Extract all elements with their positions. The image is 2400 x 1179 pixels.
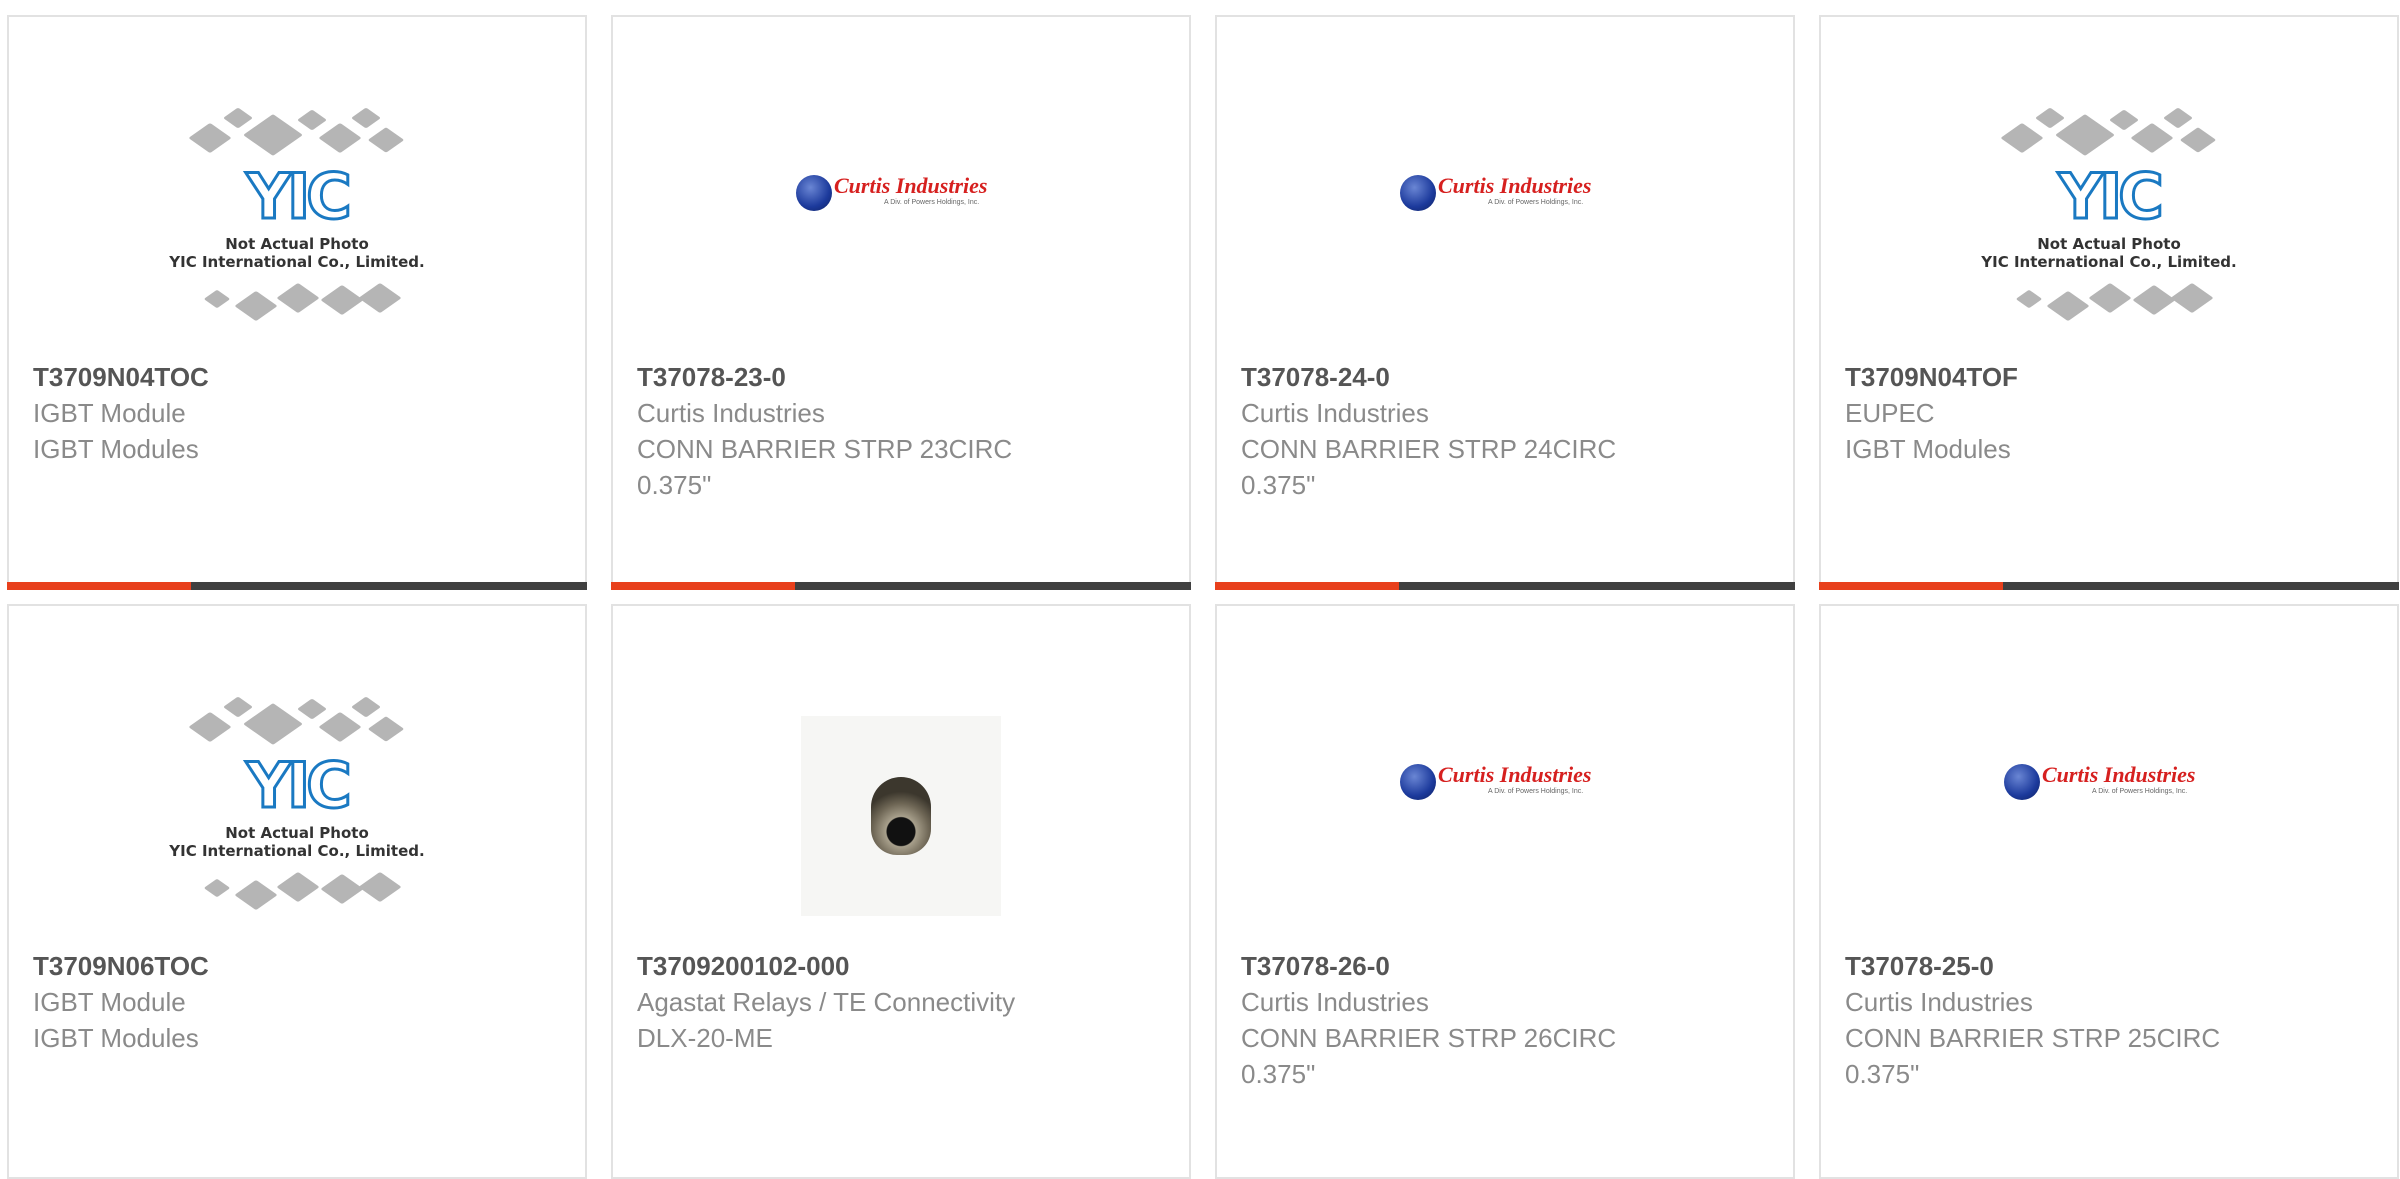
product-manufacturer: IGBT Module: [33, 398, 186, 428]
product-info: T37078-23-0 Curtis Industries CONN BARRI…: [637, 359, 1165, 503]
product-image[interactable]: YIC Not Actual Photo YIC International C…: [1821, 87, 2397, 367]
connector-photo: [801, 716, 1001, 916]
card-accent-bar: [1215, 582, 1399, 590]
card-footer-bar: [7, 582, 587, 590]
globe-icon: [2004, 764, 2040, 800]
product-description: DLX-20-ME: [637, 1023, 773, 1053]
globe-icon: [1400, 175, 1436, 211]
part-number[interactable]: T3709N04TOC: [33, 359, 561, 395]
curtis-logo-text: Curtis Industries: [1438, 762, 1592, 787]
globe-icon: [1400, 764, 1436, 800]
curtis-logo-text: Curtis Industries: [834, 173, 988, 198]
yic-caption-not-actual: Not Actual Photo: [225, 235, 369, 253]
curtis-industries-logo: Curtis Industries A Div. of Powers Holdi…: [2004, 754, 2214, 814]
product-info: T37078-25-0 Curtis Industries CONN BARRI…: [1845, 948, 2373, 1092]
product-description: IGBT Modules: [1845, 434, 2011, 464]
product-image[interactable]: [613, 676, 1189, 956]
product-manufacturer: Curtis Industries: [1845, 987, 2033, 1017]
product-description: CONN BARRIER STRP 25CIRC 0.375": [1845, 1023, 2221, 1089]
curtis-logo-tagline: A Div. of Powers Holdings, Inc.: [1488, 788, 1584, 795]
product-manufacturer: Curtis Industries: [637, 398, 825, 428]
part-number[interactable]: T37078-24-0: [1241, 359, 1769, 395]
yic-caption-not-actual: Not Actual Photo: [2037, 235, 2181, 253]
yic-caption-company: YIC International Co., Limited.: [169, 253, 425, 271]
product-image[interactable]: Curtis Industries A Div. of Powers Holdi…: [1821, 676, 2397, 956]
product-manufacturer: Curtis Industries: [1241, 398, 1429, 428]
product-card[interactable]: Curtis Industries A Div. of Powers Holdi…: [1215, 15, 1795, 590]
curtis-logo-tagline: A Div. of Powers Holdings, Inc.: [2092, 788, 2188, 795]
curtis-industries-logo: Curtis Industries A Div. of Powers Holdi…: [796, 165, 1006, 225]
part-number[interactable]: T37078-26-0: [1241, 948, 1769, 984]
product-card[interactable]: YIC Not Actual Photo YIC International C…: [1819, 15, 2399, 590]
card-footer-bar: [611, 582, 1191, 590]
product-description: IGBT Modules: [33, 1023, 199, 1053]
yic-caption-not-actual: Not Actual Photo: [225, 824, 369, 842]
yic-logo-mark: YIC: [2057, 160, 2165, 233]
yic-caption-company: YIC International Co., Limited.: [1981, 253, 2237, 271]
cable-gland-image: [871, 777, 931, 855]
product-description: IGBT Modules: [33, 434, 199, 464]
curtis-logo-tagline: A Div. of Powers Holdings, Inc.: [884, 199, 980, 206]
product-description: CONN BARRIER STRP 23CIRC 0.375": [637, 434, 1013, 500]
product-info: T3709200102-000 Agastat Relays / TE Conn…: [637, 948, 1165, 1056]
product-image[interactable]: YIC Not Actual Photo YIC International C…: [9, 676, 585, 956]
card-footer-bar: [1819, 582, 2399, 590]
product-image[interactable]: Curtis Industries A Div. of Powers Holdi…: [613, 87, 1189, 367]
yic-logo-mark: YIC: [245, 749, 353, 822]
product-image[interactable]: YIC Not Actual Photo YIC International C…: [9, 87, 585, 367]
part-number[interactable]: T37078-23-0: [637, 359, 1165, 395]
yic-logo-mark: YIC: [245, 160, 353, 233]
product-card[interactable]: YIC Not Actual Photo YIC International C…: [7, 15, 587, 590]
curtis-logo-text: Curtis Industries: [2042, 762, 2196, 787]
product-description: CONN BARRIER STRP 26CIRC 0.375": [1241, 1023, 1617, 1089]
product-card[interactable]: T3709200102-000 Agastat Relays / TE Conn…: [611, 604, 1191, 1179]
curtis-industries-logo: Curtis Industries A Div. of Powers Holdi…: [1400, 754, 1610, 814]
product-card[interactable]: Curtis Industries A Div. of Powers Holdi…: [1819, 604, 2399, 1179]
card-footer-bar: [1215, 582, 1795, 590]
product-info: T3709N06TOC IGBT Module IGBT Modules: [33, 948, 561, 1056]
product-card[interactable]: Curtis Industries A Div. of Powers Holdi…: [1215, 604, 1795, 1179]
globe-icon: [796, 175, 832, 211]
curtis-logo-text: Curtis Industries: [1438, 173, 1592, 198]
curtis-industries-logo: Curtis Industries A Div. of Powers Holdi…: [1400, 165, 1610, 225]
curtis-logo-tagline: A Div. of Powers Holdings, Inc.: [1488, 199, 1584, 206]
product-grid: YIC Not Actual Photo YIC International C…: [0, 0, 2400, 1179]
part-number[interactable]: T3709N06TOC: [33, 948, 561, 984]
yic-caption-company: YIC International Co., Limited.: [169, 842, 425, 860]
card-accent-bar: [1819, 582, 2003, 590]
product-description: CONN BARRIER STRP 24CIRC 0.375": [1241, 434, 1617, 500]
part-number[interactable]: T37078-25-0: [1845, 948, 2373, 984]
product-info: T3709N04TOF EUPEC IGBT Modules: [1845, 359, 2373, 467]
product-manufacturer: IGBT Module: [33, 987, 186, 1017]
product-info: T37078-24-0 Curtis Industries CONN BARRI…: [1241, 359, 1769, 503]
product-image[interactable]: Curtis Industries A Div. of Powers Holdi…: [1217, 87, 1793, 367]
yic-placeholder-image: YIC Not Actual Photo YIC International C…: [1969, 107, 2249, 347]
part-number[interactable]: T3709200102-000: [637, 948, 1165, 984]
product-card[interactable]: YIC Not Actual Photo YIC International C…: [7, 604, 587, 1179]
product-manufacturer: Agastat Relays / TE Connectivity: [637, 987, 1016, 1017]
product-image[interactable]: Curtis Industries A Div. of Powers Holdi…: [1217, 676, 1793, 956]
yic-placeholder-image: YIC Not Actual Photo YIC International C…: [157, 696, 437, 936]
product-manufacturer: Curtis Industries: [1241, 987, 1429, 1017]
product-manufacturer: EUPEC: [1845, 398, 1935, 428]
card-accent-bar: [7, 582, 191, 590]
card-accent-bar: [611, 582, 795, 590]
part-number[interactable]: T3709N04TOF: [1845, 359, 2373, 395]
yic-placeholder-image: YIC Not Actual Photo YIC International C…: [157, 107, 437, 347]
product-info: T3709N04TOC IGBT Module IGBT Modules: [33, 359, 561, 467]
product-info: T37078-26-0 Curtis Industries CONN BARRI…: [1241, 948, 1769, 1092]
product-card[interactable]: Curtis Industries A Div. of Powers Holdi…: [611, 15, 1191, 590]
